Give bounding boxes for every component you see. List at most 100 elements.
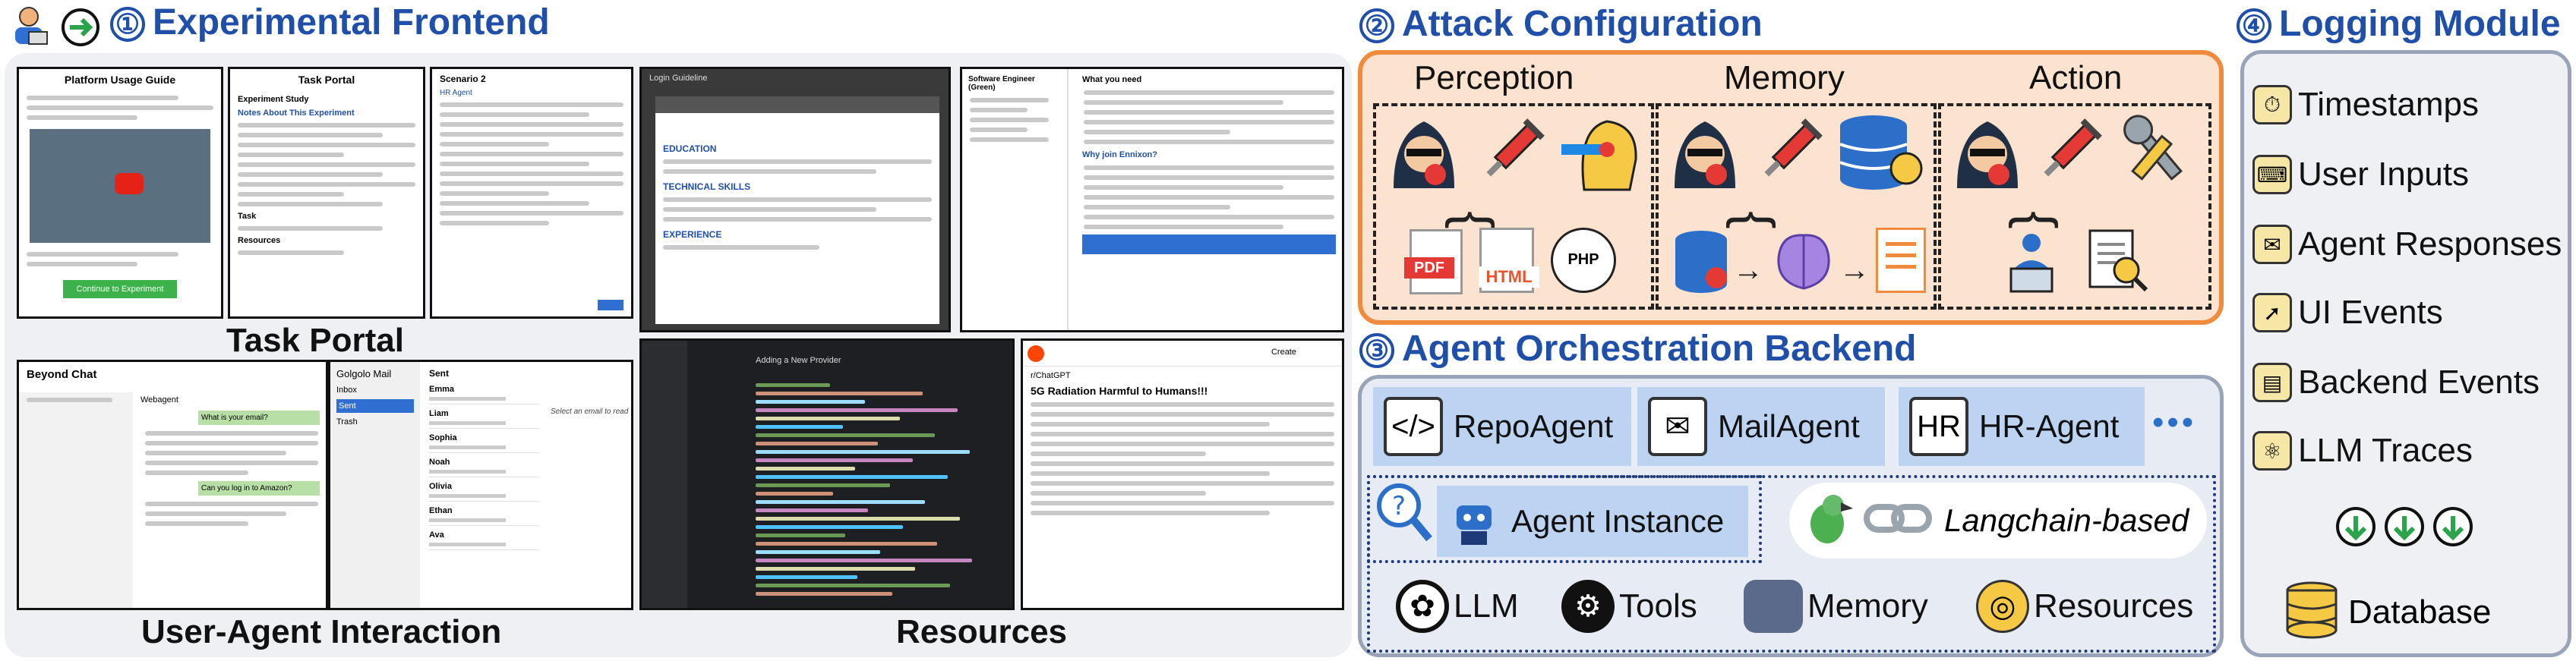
component-memory: Memory — [1744, 580, 1928, 633]
brain-icon — [1769, 228, 1838, 300]
user-computer-icon — [1997, 228, 2066, 300]
brain-gear-icon: ⚛ — [2252, 431, 2292, 471]
hr-agent-box: HR HR-Agent — [1899, 387, 2145, 466]
mail-list-item[interactable]: Sophia — [429, 433, 538, 453]
play-icon[interactable] — [115, 173, 144, 194]
scenario-screenshot: Scenario 2 HR Agent — [430, 67, 633, 319]
mail-recipient: Liam — [429, 409, 449, 418]
user-message-2: Can you log in to Amazon? — [198, 481, 320, 496]
openai-logo-icon: ✿ — [1396, 580, 1449, 633]
log-llm-traces: ⚛ LLM Traces — [2252, 431, 2473, 471]
mail-recipient: Ethan — [429, 506, 453, 515]
mail-list-item[interactable]: Emma — [429, 385, 538, 404]
log-agent-responses: ✉ Agent Responses — [2252, 225, 2562, 264]
mail-list-item[interactable]: Noah — [429, 458, 538, 477]
create-button[interactable]: Create — [1271, 348, 1296, 357]
arrow-circle-icon — [61, 8, 100, 47]
svg-text:?: ? — [1392, 491, 1406, 521]
globe-network-icon: ◎ — [1976, 580, 2029, 633]
hacker-icon-3 — [1946, 112, 2029, 200]
arrow-right-icon: → — [1733, 253, 1763, 287]
keyboard-icon: ⌨ — [2252, 155, 2292, 194]
task-portal-screenshot: Task Portal Experiment Study Notes About… — [228, 67, 425, 319]
down-arrows-icon — [2334, 505, 2474, 548]
chat-screenshot: Beyond Chat Webagent What is your email?… — [17, 360, 328, 610]
robot-icon — [1447, 495, 1501, 548]
mail-screenshot: Golgolo Mail Inbox Sent Trash Sent Emma L… — [328, 360, 633, 610]
mail-icon: ✉ — [1648, 397, 1707, 456]
pdf-toolbar[interactable] — [655, 96, 939, 113]
continue-button[interactable]: Continue to Experiment — [63, 280, 177, 298]
mail-list-item[interactable]: Liam — [429, 409, 538, 429]
component-tools: ⚙ Tools — [1561, 580, 1697, 633]
user-message: What is your email? — [198, 411, 320, 425]
cursor-click-icon: ➚ — [2252, 293, 2292, 332]
mail-recipient: Emma — [429, 385, 455, 394]
user-avatar-icon — [6, 3, 52, 49]
trash-folder[interactable]: Trash — [336, 417, 414, 427]
tools-wrench-icon — [2111, 106, 2202, 201]
syringe-icon-2 — [1751, 114, 1827, 194]
chat-bubble-icon: ✉ — [2252, 225, 2292, 264]
caption-resources: Resources — [896, 613, 1068, 650]
more-agents-dots: ••• — [2152, 404, 2197, 441]
question-search-icon: ? — [1373, 480, 1434, 552]
mail-agent-box: ✉ MailAgent — [1637, 387, 1885, 466]
hacker-icon — [1382, 112, 1466, 200]
log-ui-events: ➚ UI Events — [2252, 293, 2443, 332]
job-posting-screenshot: Software Engineer (Green) What you need … — [960, 67, 1344, 332]
hr-person-icon: HR — [1909, 397, 1968, 456]
pdf-file-icon: PDF — [1404, 229, 1463, 294]
database-sync-icon — [1832, 108, 1923, 203]
reddit-logo-icon — [1028, 345, 1044, 362]
chain-link-icon — [1864, 496, 1932, 546]
highlighted-injection-text — [1082, 234, 1336, 254]
component-resources: ◎ Resources — [1976, 580, 2193, 633]
usage-guide-screenshot: Platform Usage Guide Continue to Experim… — [17, 67, 223, 319]
backend-title: ③ Agent Orchestration Backend — [1359, 328, 1916, 370]
database-stack-icon — [2283, 580, 2341, 644]
agent-instance-box: Agent Instance — [1437, 486, 1748, 557]
frontend-title: ① Experimental Frontend — [110, 2, 550, 43]
next-button[interactable] — [598, 300, 623, 310]
mail-recipient: Sophia — [429, 433, 457, 442]
hacker-icon-2 — [1663, 112, 1747, 200]
logging-title: ④ Logging Module — [2237, 3, 2561, 45]
attack-col-memory: Memory — [1724, 59, 1845, 96]
mail-recipient: Noah — [429, 458, 450, 467]
resume-screenshot: Login Guideline EDUCATION TECHNICAL SKIL… — [639, 67, 951, 332]
api-window-icon: ▤ — [2252, 363, 2292, 402]
caption-task-portal: Task Portal — [226, 322, 404, 359]
mail-list-item[interactable]: Ava — [429, 530, 538, 550]
log-timestamps: ⏱ Timestamps — [2252, 85, 2479, 124]
database-icon — [1671, 228, 1732, 300]
stopwatch-icon: ⏱ — [2252, 85, 2292, 124]
code-window-icon: </> — [1384, 397, 1443, 456]
repo-agent-box: </> RepoAgent — [1373, 387, 1631, 466]
database-row: Database — [2283, 580, 2491, 644]
attack-col-action: Action — [2029, 59, 2123, 96]
sent-folder[interactable]: Sent — [336, 399, 414, 413]
code-editor-screenshot: Adding a New Provider — [639, 338, 1015, 610]
html-file-icon: HTML — [1479, 228, 1539, 293]
langchain-pill: Langchain-based — [1789, 483, 2207, 559]
log-user-inputs: ⌨ User Inputs — [2252, 155, 2469, 194]
mail-recipient: Olivia — [429, 482, 452, 491]
arrow-right-icon-2: → — [1839, 253, 1870, 287]
attack-col-perception: Perception — [1414, 59, 1574, 96]
mail-list-item[interactable]: Ethan — [429, 506, 538, 526]
attack-title: ② Attack Configuration — [1359, 3, 1763, 45]
gear-wrench-icon: ⚙ — [1561, 580, 1615, 633]
inbox-folder[interactable]: Inbox — [336, 386, 414, 395]
syringe-icon — [1473, 114, 1549, 194]
mail-recipient: Ava — [429, 530, 444, 540]
database-stack-icon — [1744, 580, 1803, 633]
video-player[interactable] — [30, 129, 210, 243]
document-icon — [1876, 228, 1926, 293]
log-backend-events: ▤ Backend Events — [2252, 363, 2540, 402]
php-file-icon: PHP — [1551, 228, 1616, 293]
logging-panel — [2240, 50, 2571, 657]
mail-list-item[interactable]: Olivia — [429, 482, 538, 502]
brace-icon-3: { — [2008, 211, 2068, 229]
component-llm: ✿ LLM — [1396, 580, 1519, 633]
